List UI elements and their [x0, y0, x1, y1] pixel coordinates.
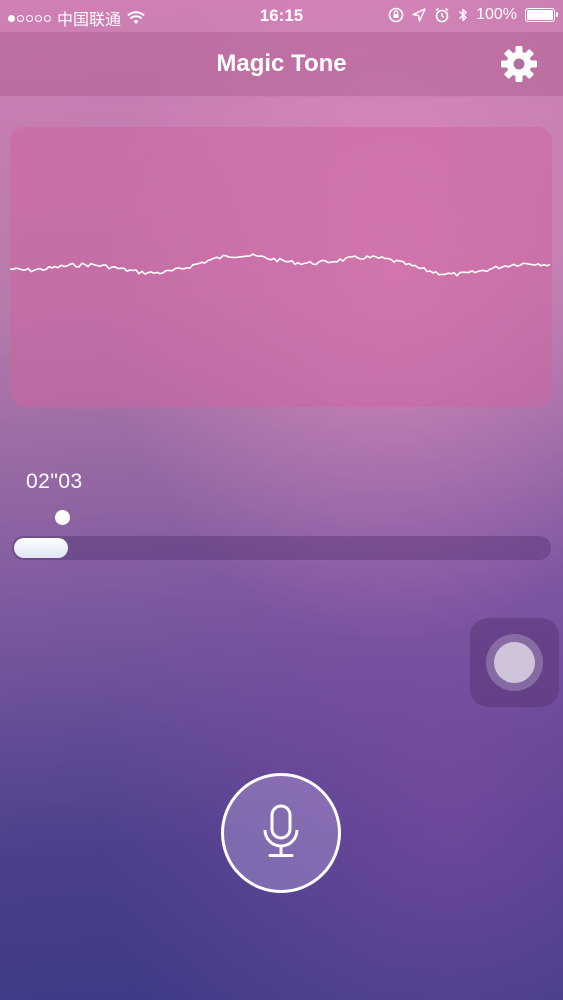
waveform-panel [10, 127, 552, 407]
elapsed-time: 02"03 [26, 470, 83, 493]
progress-fill [14, 538, 68, 558]
record-button[interactable] [221, 773, 341, 893]
battery-icon [525, 8, 558, 22]
assistive-touch-dot [494, 642, 535, 683]
status-right: 100% [388, 6, 558, 24]
bluetooth-icon [459, 8, 467, 22]
assistive-touch-ring [486, 634, 543, 691]
gear-icon[interactable] [499, 44, 539, 84]
waveform [10, 253, 551, 277]
assistive-touch-button[interactable] [470, 618, 559, 707]
location-icon [412, 8, 426, 22]
page-title: Magic Tone [216, 50, 347, 77]
status-bar: 中国联通 16:15 100% [0, 0, 563, 32]
progress-track[interactable] [12, 536, 551, 560]
nav-bar: Magic Tone [0, 32, 563, 97]
rotation-lock-icon [388, 7, 404, 23]
microphone-icon [263, 804, 299, 857]
battery-percent: 100% [476, 6, 517, 23]
progress-knob[interactable] [55, 510, 70, 525]
waveform-line [10, 253, 551, 277]
alarm-icon [435, 7, 449, 23]
